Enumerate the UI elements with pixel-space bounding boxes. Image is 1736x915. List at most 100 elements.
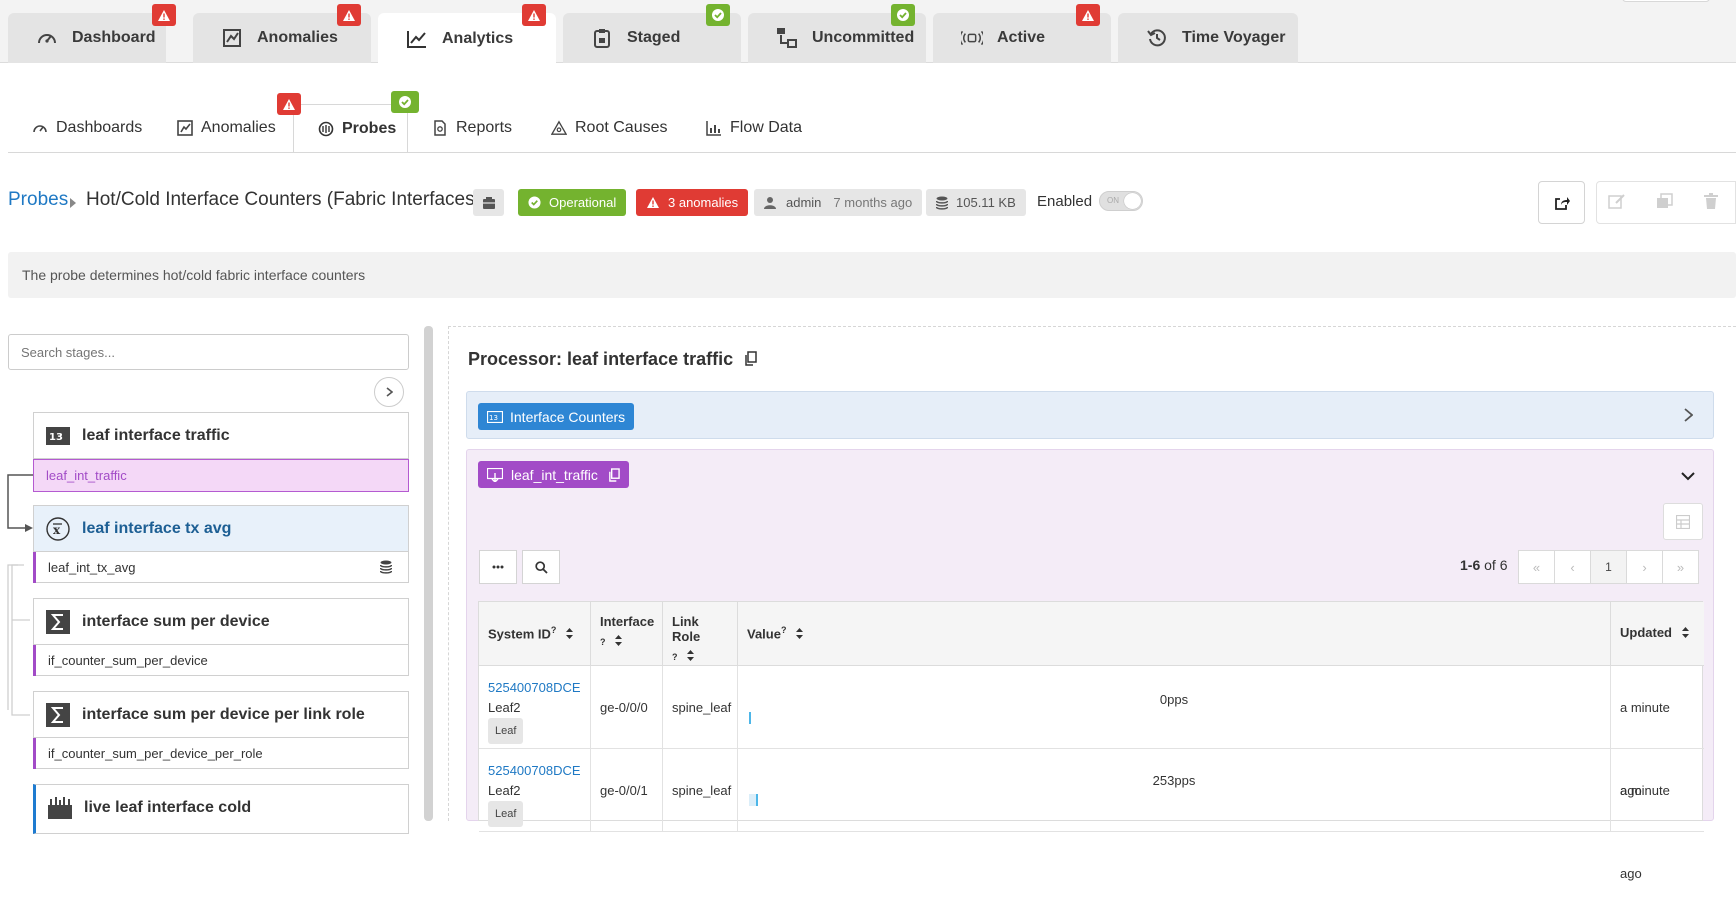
- stage-card[interactable]: x leaf interface tx avg leaf_int_tx_avg: [33, 505, 409, 583]
- warning-badge-icon: [337, 4, 361, 26]
- status-text: Operational: [549, 195, 617, 210]
- stage-header[interactable]: live leaf interface cold: [36, 785, 408, 831]
- counter-icon: 13: [46, 424, 70, 448]
- subtab-label: Root Causes: [575, 119, 668, 136]
- last-page-button[interactable]: »: [1662, 550, 1699, 584]
- chevron-down-icon[interactable]: [1681, 468, 1695, 484]
- top-right-button[interactable]: [1622, 0, 1710, 2]
- stage-connector-lines: [7, 474, 33, 716]
- chevron-right-icon: [386, 387, 393, 397]
- subtab-reports[interactable]: Reports: [408, 104, 536, 152]
- clone-button[interactable]: [1656, 193, 1674, 212]
- role-chip: Leaf: [488, 801, 524, 827]
- sort-icon[interactable]: [566, 627, 573, 642]
- stage-card[interactable]: interface sum per device if_counter_sum_…: [33, 598, 409, 676]
- output-stage-button[interactable]: leaf_int_traffic: [478, 461, 629, 488]
- stage-header[interactable]: x leaf interface tx avg: [34, 506, 408, 552]
- tab-label: Staged: [627, 29, 681, 46]
- expand-button[interactable]: [374, 377, 404, 407]
- value-bar: [749, 712, 751, 724]
- line-chart-icon: [406, 28, 428, 50]
- tab-label: Anomalies: [257, 29, 338, 46]
- tab-dashboard[interactable]: Dashboard: [8, 13, 166, 63]
- copy-icon[interactable]: [608, 467, 620, 482]
- stage-card[interactable]: interface sum per device per link role i…: [33, 691, 409, 769]
- stage-title: leaf interface traffic: [82, 426, 230, 444]
- stage-header[interactable]: 13 leaf interface traffic: [34, 413, 408, 459]
- anomaly-icon: [221, 27, 243, 49]
- help-icon[interactable]: ?: [672, 652, 678, 662]
- prev-page-button[interactable]: ‹: [1554, 550, 1591, 584]
- processor-title: Processor: leaf interface traffic: [468, 349, 757, 371]
- enabled-toggle[interactable]: ON: [1099, 191, 1143, 211]
- stage-card[interactable]: 13 leaf interface traffic leaf_int_traff…: [33, 412, 409, 492]
- column-header-link-role[interactable]: Link Role ?: [663, 602, 738, 666]
- export-button[interactable]: [1538, 181, 1585, 224]
- help-icon[interactable]: ?: [551, 625, 557, 635]
- column-header-label: Interface: [600, 614, 655, 629]
- column-header-system-id[interactable]: System ID?: [479, 602, 591, 666]
- tab-label: Uncommitted: [812, 29, 915, 46]
- column-header-value[interactable]: Value?: [738, 602, 1611, 666]
- copy-icon[interactable]: [744, 350, 757, 371]
- search-button[interactable]: [522, 550, 560, 584]
- sort-icon[interactable]: [615, 634, 623, 649]
- role-chip: Leaf: [488, 718, 524, 744]
- size-badge: 105.11 KB: [926, 189, 1026, 216]
- interface-cell: ge-0/0/1: [591, 749, 663, 832]
- history-icon: [1146, 27, 1168, 49]
- tab-time-voyager[interactable]: Time Voyager: [1118, 13, 1298, 63]
- toggle-knob: [1124, 193, 1141, 209]
- bar-chart-icon: [706, 120, 722, 136]
- anomalies-badge[interactable]: 3 anomalies: [636, 189, 749, 216]
- subtab-root-causes[interactable]: Root Causes: [527, 104, 692, 152]
- chevron-right-icon[interactable]: [1684, 408, 1694, 425]
- stage-header[interactable]: interface sum per device per link role: [34, 692, 408, 738]
- stage-output[interactable]: leaf_int_traffic: [33, 459, 409, 492]
- probe-icon: [318, 121, 334, 137]
- table-settings-button[interactable]: [1663, 503, 1703, 540]
- delete-button[interactable]: [1704, 193, 1718, 212]
- sort-icon[interactable]: [1681, 626, 1689, 641]
- ok-badge-icon: [891, 4, 915, 26]
- stage-output[interactable]: leaf_int_tx_avg: [33, 552, 408, 583]
- next-page-button[interactable]: ›: [1626, 550, 1663, 584]
- page-number-button[interactable]: 1: [1590, 550, 1627, 584]
- column-header-updated[interactable]: Updated: [1611, 602, 1704, 666]
- updated-cell: a minute ago: [1611, 666, 1704, 798]
- input-stage-button[interactable]: 13 Interface Counters: [478, 403, 635, 430]
- input-stage-bar[interactable]: 13 Interface Counters: [466, 391, 1714, 439]
- average-icon: x: [46, 516, 70, 541]
- warning-badge-icon: [152, 4, 176, 26]
- svg-text:13: 13: [489, 414, 498, 422]
- more-options-button[interactable]: [479, 550, 517, 584]
- tab-label: Dashboard: [72, 29, 156, 46]
- stage-output[interactable]: if_counter_sum_per_device_per_role: [33, 738, 408, 769]
- sort-icon[interactable]: [796, 627, 804, 642]
- warning-badge-icon: [522, 4, 546, 26]
- subtab-flow-data[interactable]: Flow Data: [682, 104, 826, 152]
- stage-header[interactable]: interface sum per device: [34, 599, 408, 645]
- help-icon[interactable]: ?: [600, 637, 606, 647]
- host-name: Leaf2: [488, 783, 521, 798]
- edit-button[interactable]: [1608, 193, 1626, 212]
- column-header-interface[interactable]: Interface ?: [591, 602, 663, 666]
- ok-badge-icon: [391, 91, 419, 113]
- system-id-link[interactable]: 525400708DCE: [488, 678, 581, 698]
- tab-label: Time Voyager: [1182, 29, 1286, 46]
- sort-icon[interactable]: [687, 649, 695, 664]
- breadcrumb[interactable]: Probes: [8, 189, 68, 211]
- system-id-link[interactable]: 525400708DCE: [488, 761, 581, 781]
- scrollbar[interactable]: [424, 326, 433, 821]
- interface-cell: ge-0/0/0: [591, 666, 663, 749]
- first-page-button[interactable]: «: [1518, 550, 1555, 584]
- search-input[interactable]: [8, 334, 409, 370]
- subtab-dashboards[interactable]: Dashboards: [8, 104, 166, 152]
- anomaly-icon: [177, 120, 193, 136]
- stage-output[interactable]: if_counter_sum_per_device: [33, 645, 408, 676]
- stage-card[interactable]: live leaf interface cold: [33, 784, 409, 834]
- tab-label: Active: [997, 29, 1046, 46]
- report-icon: [432, 120, 448, 136]
- help-icon[interactable]: ?: [781, 625, 787, 635]
- database-icon: [379, 560, 393, 577]
